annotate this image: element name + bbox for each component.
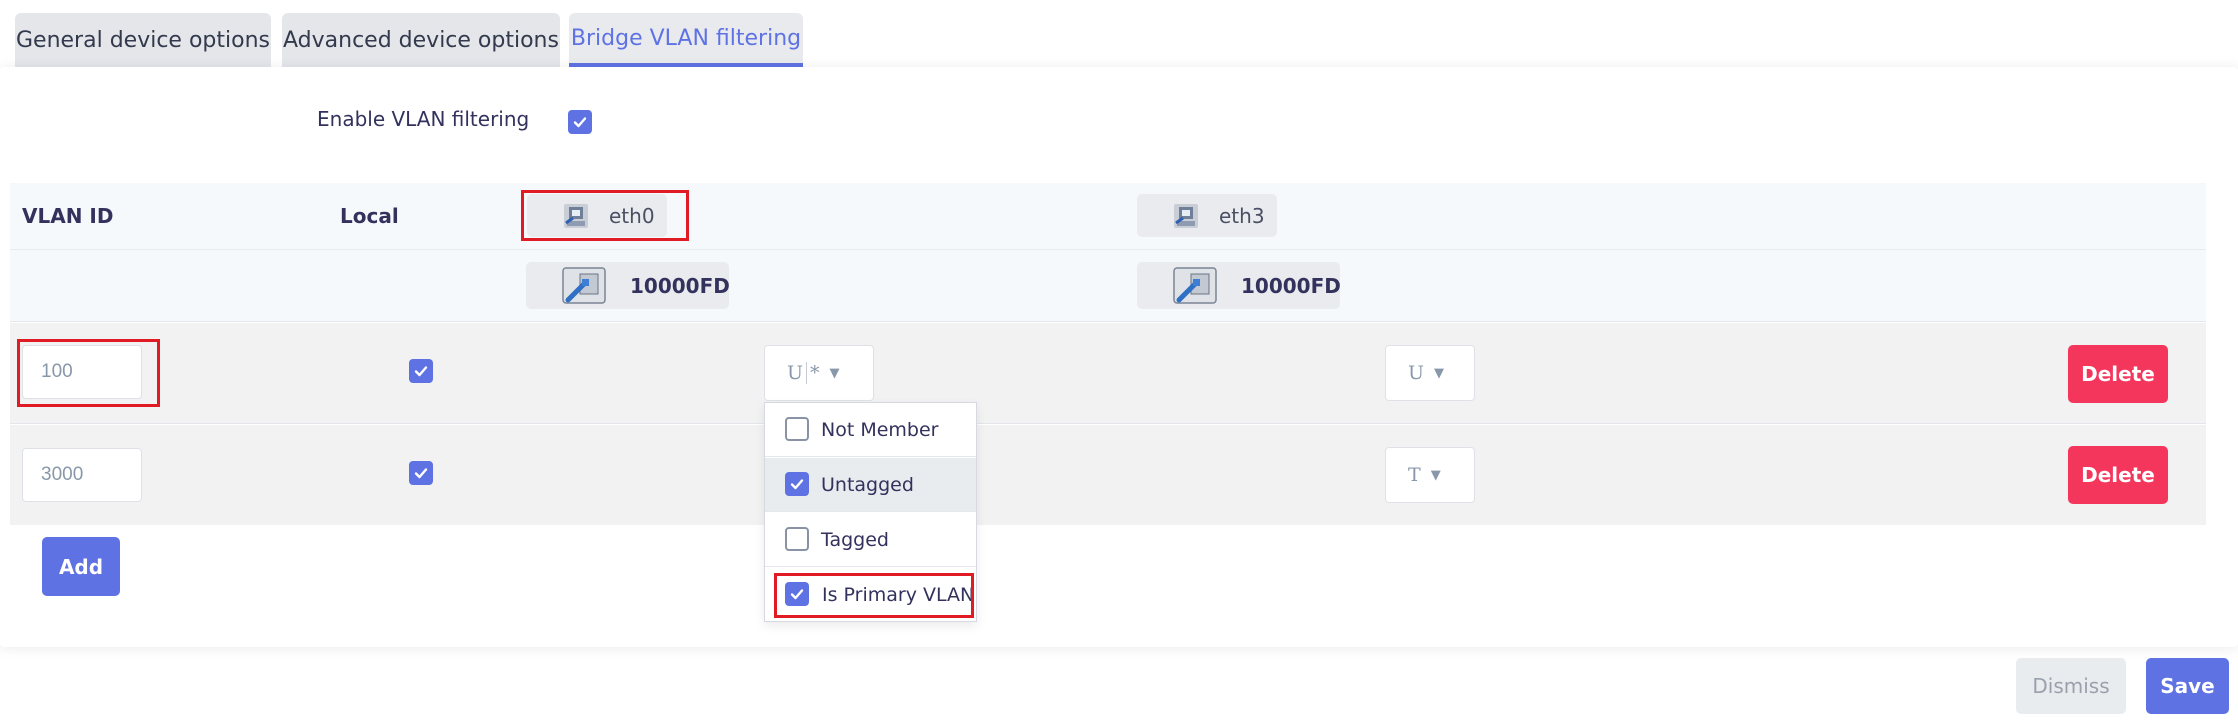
port-eth3-label: eth3 bbox=[1219, 203, 1265, 228]
value-divider bbox=[806, 362, 808, 384]
save-button[interactable]: Save bbox=[2146, 658, 2229, 714]
checkbox-icon bbox=[785, 417, 809, 441]
checkbox-icon bbox=[785, 582, 809, 606]
enable-vlan-filtering-label: Enable VLAN filtering bbox=[317, 107, 530, 131]
tab-label: General device options bbox=[16, 27, 270, 53]
chevron-down-icon: ▼ bbox=[829, 365, 840, 381]
check-icon bbox=[790, 479, 804, 490]
network-cable-icon bbox=[562, 267, 606, 304]
delete-button[interactable]: Delete bbox=[2068, 345, 2168, 403]
check-icon bbox=[573, 117, 587, 128]
port-eth0-chip: eth0 bbox=[527, 194, 667, 237]
delete-button[interactable]: Delete bbox=[2068, 446, 2168, 504]
table-row bbox=[10, 425, 2206, 525]
add-button[interactable]: Add bbox=[42, 537, 120, 596]
option-label: Is Primary VLAN bbox=[822, 584, 975, 606]
checkbox-icon bbox=[785, 527, 809, 551]
primary-vlan-flag: * bbox=[810, 362, 820, 384]
check-icon bbox=[790, 589, 804, 600]
local-header: Local bbox=[340, 204, 399, 228]
dropdown-option-not-member[interactable]: Not Member bbox=[765, 403, 976, 457]
chevron-down-icon: ▼ bbox=[1434, 365, 1445, 381]
vlan-id-input[interactable]: 3000 bbox=[22, 448, 142, 502]
membership-value: T bbox=[1408, 464, 1421, 486]
tab-bridge-vlan-filtering[interactable]: Bridge VLAN filtering bbox=[569, 13, 803, 67]
membership-dropdown: Not Member Untagged Tagged Is Primary VL… bbox=[764, 402, 977, 622]
ethernet-port-icon bbox=[563, 203, 589, 229]
check-icon bbox=[414, 468, 428, 479]
ethernet-port-icon bbox=[1173, 203, 1199, 229]
tab-label: Advanced device options bbox=[283, 27, 559, 53]
chevron-down-icon: ▼ bbox=[1430, 467, 1441, 483]
dropdown-option-tagged[interactable]: Tagged bbox=[765, 513, 976, 567]
port-eth0-speed: 10000FD bbox=[526, 262, 730, 309]
port-eth3-speed: 10000FD bbox=[1137, 262, 1341, 309]
network-cable-icon bbox=[1173, 267, 1217, 304]
port-eth0-label: eth0 bbox=[609, 203, 655, 228]
port-eth3-chip: eth3 bbox=[1137, 194, 1277, 237]
vlan-id-input[interactable]: 100 bbox=[22, 345, 142, 399]
local-checkbox[interactable] bbox=[409, 359, 433, 383]
eth3-membership-select[interactable]: T ▼ bbox=[1385, 447, 1475, 503]
local-checkbox[interactable] bbox=[409, 461, 433, 485]
option-label: Tagged bbox=[821, 528, 889, 551]
tab-advanced-device-options[interactable]: Advanced device options bbox=[282, 13, 560, 67]
tab-label: Bridge VLAN filtering bbox=[570, 25, 802, 51]
dropdown-option-untagged[interactable]: Untagged bbox=[765, 458, 976, 512]
eth3-membership-select[interactable]: U ▼ bbox=[1385, 345, 1475, 401]
vlan-id-header: VLAN ID bbox=[22, 204, 114, 228]
tab-general-device-options[interactable]: General device options bbox=[15, 13, 271, 67]
dismiss-button[interactable]: Dismiss bbox=[2016, 658, 2126, 714]
membership-value: U bbox=[787, 362, 804, 384]
dropdown-option-is-primary-vlan[interactable]: Is Primary VLAN bbox=[765, 568, 976, 622]
check-icon bbox=[414, 366, 428, 377]
table-row bbox=[10, 323, 2206, 424]
port-eth0-speed-label: 10000FD bbox=[630, 273, 730, 298]
checkbox-icon bbox=[785, 472, 809, 496]
option-label: Not Member bbox=[821, 418, 939, 441]
eth0-membership-select[interactable]: U * ▼ bbox=[764, 345, 874, 401]
membership-value: U bbox=[1408, 362, 1425, 384]
option-label: Untagged bbox=[821, 473, 914, 496]
table-subheader-row bbox=[10, 250, 2206, 322]
port-eth3-speed-label: 10000FD bbox=[1241, 273, 1341, 298]
enable-vlan-filtering-checkbox[interactable] bbox=[568, 110, 592, 134]
